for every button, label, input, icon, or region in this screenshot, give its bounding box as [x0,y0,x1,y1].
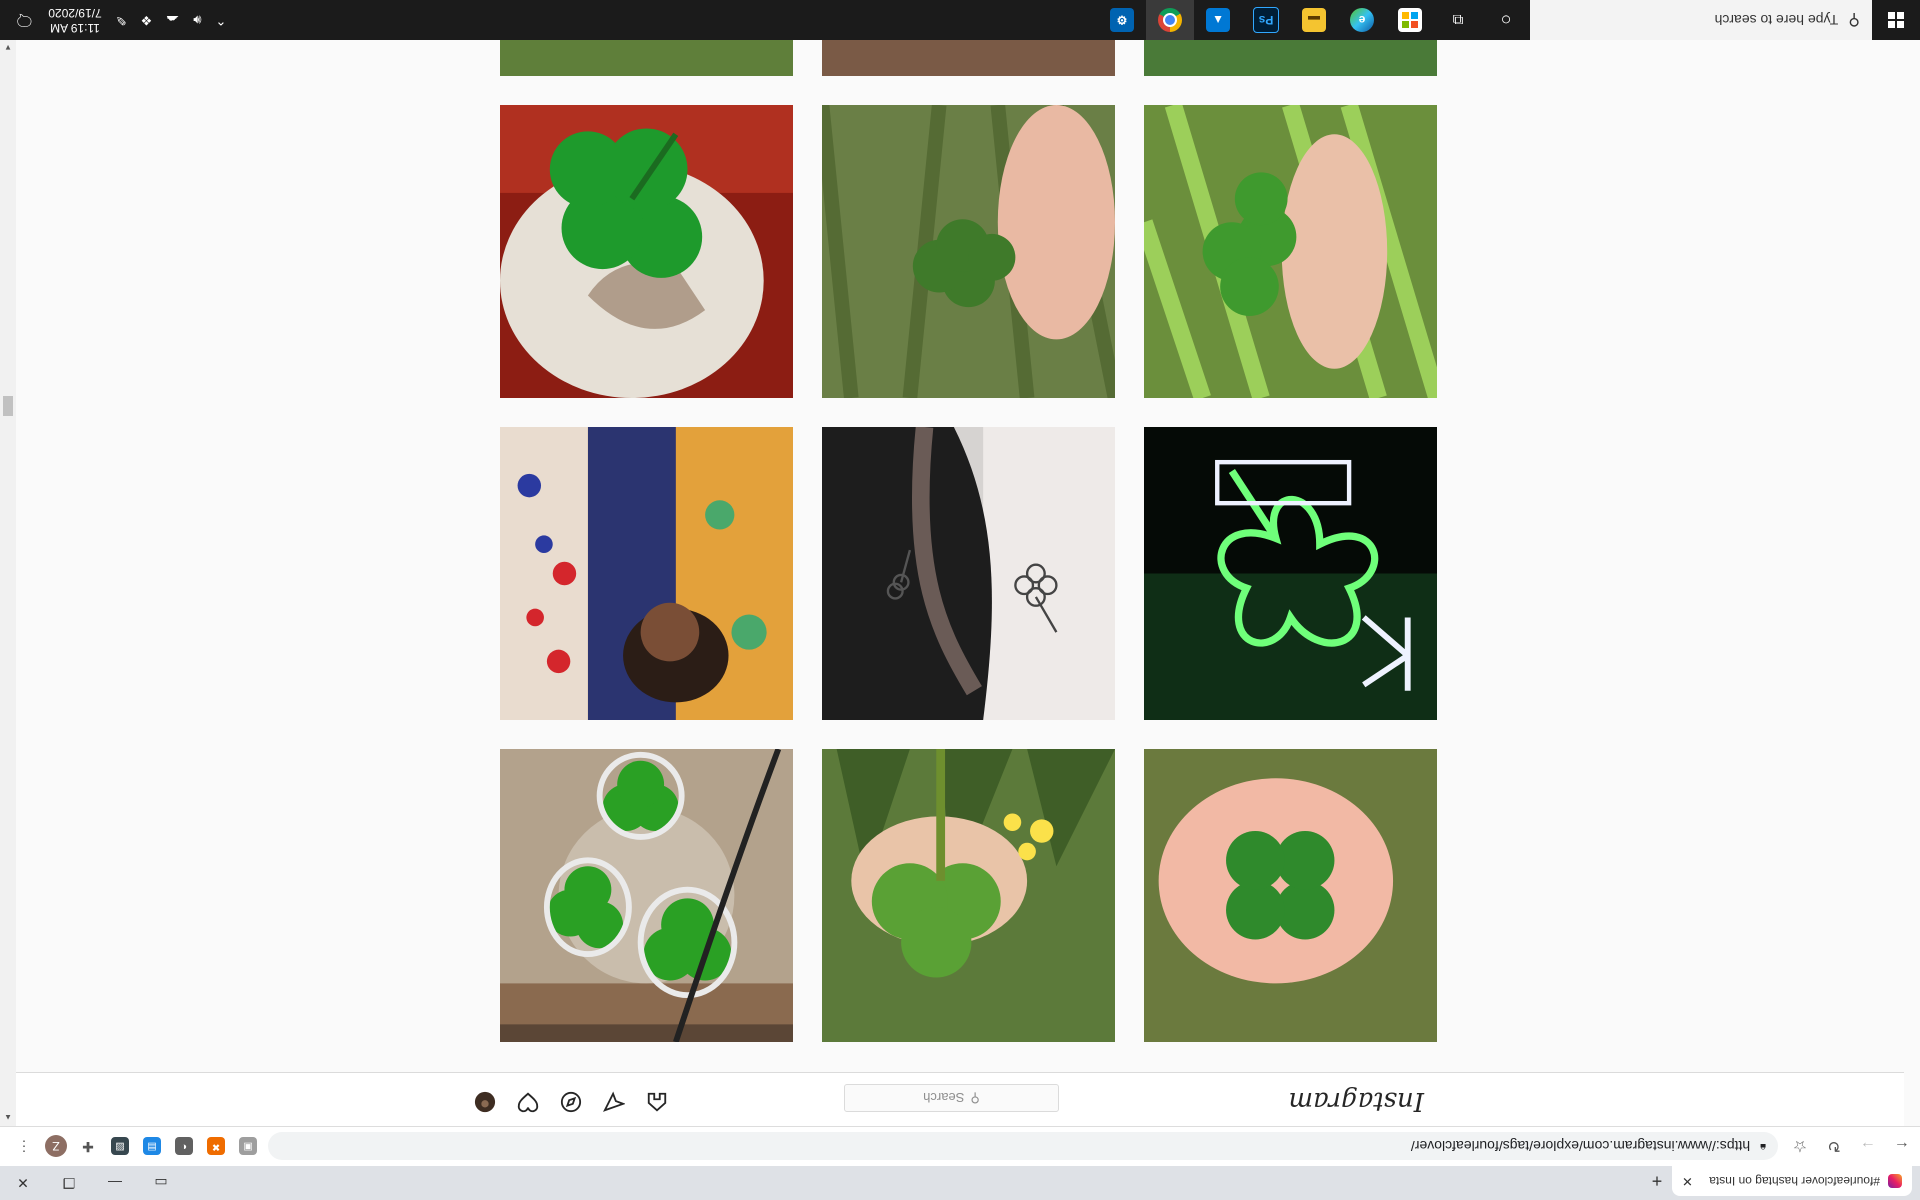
search-icon: ⚲ [970,1091,980,1106]
header-nav-icons [473,1090,669,1114]
post-thumbnail[interactable] [500,40,793,76]
post-thumbnail[interactable] [1144,749,1437,1042]
taskbar-app-edge-icon[interactable]: e [1338,0,1386,40]
volume-icon[interactable]: 🕪︎ [193,12,201,28]
extension-3-icon[interactable]: ◐ [172,1135,196,1159]
extension-5-icon[interactable]: ▨ [108,1135,132,1159]
taskbar-app-chrome-icon[interactable] [1146,0,1194,40]
post-thumbnail[interactable] [822,427,1115,720]
minimize-button[interactable]: — [92,1166,138,1200]
back-button[interactable]: ← [1886,1131,1918,1163]
chrome-menu-icon[interactable]: ⋮ [12,1135,36,1159]
search-placeholder: Search [923,1090,965,1106]
rotated-screen: #fourleafclover hashtag on Insta ✕ + ▭ —… [0,0,1920,1200]
scroll-down-arrow-icon[interactable]: ▼ [0,40,16,56]
post-thumbnail[interactable] [500,749,793,1042]
reload-button[interactable]: ↻ [1818,1131,1850,1163]
page-scrollbar[interactable]: ▲ ▼ [0,40,16,1126]
clock-date: 7/19/2020 [48,6,102,20]
profile-avatar[interactable]: Z [44,1135,68,1159]
post-thumbnail[interactable] [500,427,793,720]
notification-center-icon[interactable]: 🗨︎ [14,10,34,30]
system-clock[interactable]: 11:19 AM 7/19/2020 [48,5,101,35]
dropbox-icon[interactable]: ❖ [141,12,153,28]
scrollbar-thumb[interactable] [3,396,13,416]
profile-avatar-icon[interactable] [473,1090,497,1114]
taskbar-app-store-icon[interactable] [1386,0,1434,40]
search-input[interactable]: ⚲ Search [844,1084,1059,1112]
browser-tab-bar: #fourleafclover hashtag on Insta ✕ + ▭ —… [0,1166,1920,1200]
pen-icon[interactable]: ✎ [116,12,127,28]
browser-toolbar: ← → ↻ ☆ 🔒︎ https://www.instagram.com/exp… [0,1126,1920,1166]
instagram-logo[interactable]: Instagram [1288,1086,1424,1116]
taskbar-search-placeholder: Type here to search [1714,12,1839,28]
post-thumbnail[interactable] [822,40,1115,76]
start-button[interactable] [1872,0,1920,40]
scroll-up-arrow-icon[interactable]: ▲ [0,1110,16,1126]
explore-compass-icon[interactable] [559,1090,583,1114]
windows-taskbar: ⚲ Type here to search ○ ⧉ e ▬ Ps ▲ ⚙ ⌃ 🕪… [0,0,1920,40]
extensions-puzzle-icon[interactable]: ✚ [76,1135,100,1159]
extension-2-icon[interactable]: ✖ [204,1135,228,1159]
post-thumbnail[interactable] [822,105,1115,398]
onedrive-cloud-icon[interactable]: ☁ [166,12,179,28]
instagram-header: Instagram ⚲ Search [16,1072,1904,1126]
close-tab-icon[interactable]: ✕ [1682,1173,1693,1189]
url-text: https://www.instagram.com/explore/tags/f… [1410,1138,1751,1155]
home-icon[interactable] [645,1090,669,1114]
post-thumbnail[interactable] [1144,105,1437,398]
restore-button[interactable]: ❐ [46,1166,92,1200]
close-window-button[interactable]: ✕ [0,1166,46,1200]
forward-button[interactable]: → [1852,1131,1884,1163]
tab-search-icon[interactable]: ▭ [138,1166,184,1200]
post-thumbnail[interactable] [1144,40,1437,76]
taskbar-app-file-explorer-icon[interactable]: ▬ [1290,0,1338,40]
system-tray: ⌃ 🕪︎ ☁ ❖ ✎ 11:19 AM 7/19/2020 🗨︎ [0,0,226,40]
direct-message-icon[interactable] [602,1090,626,1114]
post-grid [16,40,1920,1072]
extension-4-icon[interactable]: ▤ [140,1135,164,1159]
lock-icon: 🔒︎ [1760,1141,1766,1153]
taskbar-app-settings-icon[interactable]: ⚙ [1098,0,1146,40]
cortana-icon[interactable]: ○ [1482,0,1530,40]
extension-1-icon[interactable]: ▣ [236,1135,260,1159]
task-view-icon[interactable]: ⧉ [1434,0,1482,40]
clock-time: 11:19 AM [50,21,100,35]
instagram-favicon-icon [1888,1174,1902,1188]
post-thumbnail[interactable] [500,105,793,398]
tray-chevron-up-icon[interactable]: ⌃ [215,12,226,28]
taskbar-app-photoshop-icon[interactable]: Ps [1242,0,1290,40]
taskbar-app-photos-icon[interactable]: ▲ [1194,0,1242,40]
tab-title: #fourleafclover hashtag on Insta [1709,1174,1880,1188]
taskbar-search-box[interactable]: ⚲ Type here to search [1530,0,1872,40]
post-thumbnail[interactable] [822,749,1115,1042]
bookmark-icon[interactable]: ☆ [1784,1131,1816,1163]
activity-heart-icon[interactable] [516,1090,540,1114]
search-icon: ⚲ [1848,11,1860,28]
browser-tab[interactable]: #fourleafclover hashtag on Insta ✕ [1672,1166,1912,1196]
new-tab-button[interactable]: + [1642,1166,1672,1196]
address-bar[interactable]: 🔒︎ https://www.instagram.com/explore/tag… [268,1132,1778,1161]
post-thumbnail[interactable] [1144,427,1437,720]
window-controls: ▭ — ❐ ✕ [0,1166,184,1200]
